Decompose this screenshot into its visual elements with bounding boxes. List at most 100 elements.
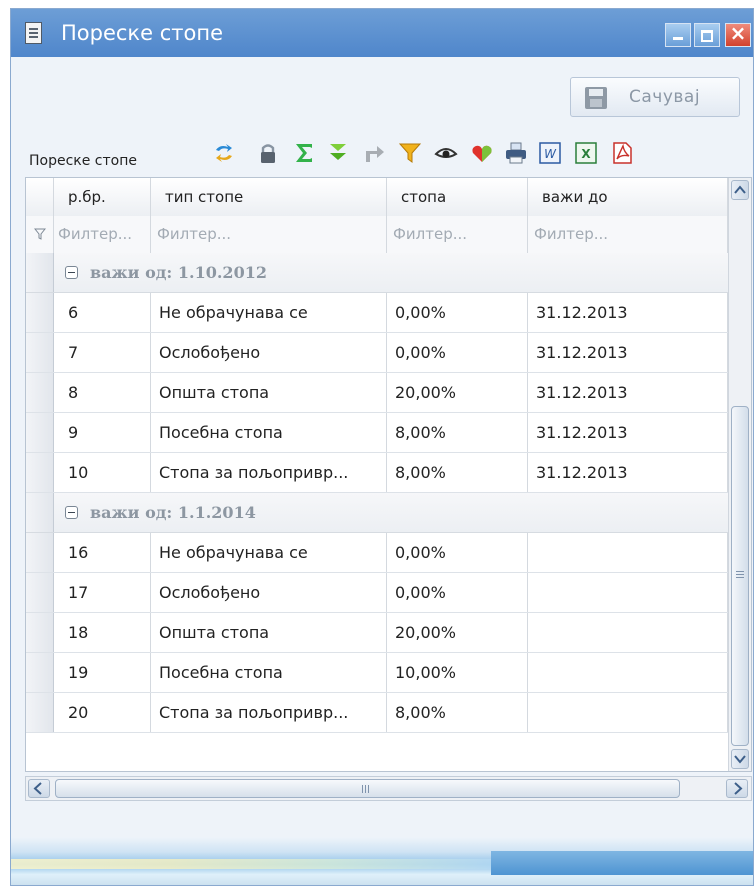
expand-down-icon[interactable] bbox=[325, 140, 351, 166]
minimize-button[interactable] bbox=[665, 23, 691, 47]
group-row[interactable]: важи од: 1.1.2014 bbox=[26, 493, 728, 533]
cell-valid-to bbox=[528, 573, 728, 612]
table-row[interactable]: 19 Посебна стопа 10,00% bbox=[26, 653, 728, 693]
chevron-left-icon bbox=[33, 782, 42, 795]
scroll-up-button[interactable] bbox=[731, 180, 749, 200]
cell-rate: 10,00% bbox=[387, 653, 528, 692]
sum-icon[interactable] bbox=[291, 140, 317, 166]
table-row[interactable]: 20 Стопа за пољопривр... 8,00% bbox=[26, 693, 728, 733]
filter-input-no[interactable]: Филтер... bbox=[54, 216, 151, 253]
cell-rate: 0,00% bbox=[387, 573, 528, 612]
table-row[interactable]: 10 Стопа за пољопривр... 8,00% 31.12.201… bbox=[26, 453, 728, 493]
column-header-valid-to[interactable]: важи до bbox=[528, 178, 728, 216]
collapse-group-icon[interactable] bbox=[65, 266, 78, 279]
table-row[interactable]: 16 Не обрачунава се 0,00% bbox=[26, 533, 728, 573]
title-bar[interactable]: Пореске стопе × bbox=[11, 9, 753, 57]
row-selector[interactable] bbox=[26, 253, 54, 292]
cell-type: Посебна стопа bbox=[151, 413, 387, 452]
cell-no: 20 bbox=[54, 693, 151, 732]
row-selector[interactable] bbox=[26, 373, 54, 412]
row-selector[interactable] bbox=[26, 613, 54, 652]
cell-valid-to bbox=[528, 693, 728, 732]
column-header-type[interactable]: тип стопе bbox=[151, 178, 387, 216]
forward-arrow-icon[interactable] bbox=[361, 140, 387, 166]
row-selector[interactable] bbox=[26, 693, 54, 732]
pdf-export-icon[interactable] bbox=[609, 140, 635, 166]
table-row[interactable]: 18 Општа стопа 20,00% bbox=[26, 613, 728, 653]
cell-valid-to bbox=[528, 653, 728, 692]
column-header-no[interactable]: р.бр. bbox=[54, 178, 151, 216]
filter-input-type[interactable]: Филтер... bbox=[151, 216, 387, 253]
row-selector[interactable] bbox=[26, 493, 54, 532]
vertical-scroll-thumb[interactable] bbox=[731, 406, 749, 746]
table-row[interactable]: 8 Општа стопа 20,00% 31.12.2013 bbox=[26, 373, 728, 413]
table-row[interactable]: 7 Ослобођено 0,00% 31.12.2013 bbox=[26, 333, 728, 373]
cell-valid-to: 31.12.2013 bbox=[528, 333, 728, 372]
save-button[interactable]: Сачувај bbox=[570, 77, 740, 117]
view-eye-icon[interactable] bbox=[433, 140, 459, 166]
maximize-button[interactable] bbox=[694, 23, 720, 47]
cell-type: Не обрачунава се bbox=[151, 533, 387, 572]
cell-valid-to: 31.12.2013 bbox=[528, 453, 728, 492]
scroll-down-button[interactable] bbox=[731, 749, 749, 769]
row-selector[interactable] bbox=[26, 533, 54, 572]
collapse-group-icon[interactable] bbox=[65, 506, 78, 519]
table-row[interactable]: 6 Не обрачунава се 0,00% 31.12.2013 bbox=[26, 293, 728, 333]
cell-rate: 20,00% bbox=[387, 613, 528, 652]
column-header-rate[interactable]: стопа bbox=[387, 178, 528, 216]
group-title: важи од: 1.1.2014 bbox=[90, 503, 256, 522]
cell-no: 8 bbox=[54, 373, 151, 412]
row-selector[interactable] bbox=[26, 413, 54, 452]
cell-no: 16 bbox=[54, 533, 151, 572]
scroll-left-button[interactable] bbox=[28, 779, 50, 798]
filter-input-rate[interactable]: Филтер... bbox=[387, 216, 528, 253]
row-selector[interactable] bbox=[26, 653, 54, 692]
header-select-cell bbox=[26, 178, 54, 216]
cell-type: Ослобођено bbox=[151, 573, 387, 612]
cell-no: 18 bbox=[54, 613, 151, 652]
tax-rates-grid: р.бр. тип стопе стопа важи до Филтер... … bbox=[25, 177, 752, 772]
group-title: важи од: 1.10.2012 bbox=[90, 263, 267, 282]
table-row[interactable]: 17 Ослобођено 0,00% bbox=[26, 573, 728, 613]
save-button-label: Сачувај bbox=[629, 87, 701, 107]
close-icon: × bbox=[729, 21, 747, 45]
cell-no: 10 bbox=[54, 453, 151, 492]
cell-type: Не обрачунава се bbox=[151, 293, 387, 332]
cell-no: 17 bbox=[54, 573, 151, 612]
cell-type: Ослобођено bbox=[151, 333, 387, 372]
cell-valid-to: 31.12.2013 bbox=[528, 413, 728, 452]
row-selector[interactable] bbox=[26, 333, 54, 372]
print-icon[interactable] bbox=[503, 140, 529, 166]
favorite-heart-icon[interactable] bbox=[469, 140, 495, 166]
table-row[interactable]: 9 Посебна стопа 8,00% 31.12.2013 bbox=[26, 413, 728, 453]
chevron-down-icon bbox=[734, 755, 746, 764]
excel-export-icon[interactable]: X bbox=[573, 140, 599, 166]
row-selector[interactable] bbox=[26, 573, 54, 612]
window-title: Пореске стопе bbox=[61, 21, 223, 45]
filter-icon[interactable] bbox=[397, 140, 423, 166]
word-export-icon[interactable]: W bbox=[537, 140, 563, 166]
cell-type: Стопа за пољопривр... bbox=[151, 693, 387, 732]
lock-icon[interactable] bbox=[255, 140, 281, 166]
filter-input-valid-to[interactable]: Филтер... bbox=[528, 216, 728, 253]
close-button[interactable]: × bbox=[725, 21, 751, 47]
cell-type: Посебна стопа bbox=[151, 653, 387, 692]
scroll-right-button[interactable] bbox=[726, 779, 748, 798]
horizontal-scrollbar[interactable] bbox=[25, 776, 752, 801]
cell-valid-to bbox=[528, 613, 728, 652]
cell-rate: 8,00% bbox=[387, 693, 528, 732]
chevron-up-icon bbox=[734, 185, 746, 194]
refresh-icon[interactable] bbox=[211, 140, 237, 166]
svg-text:W: W bbox=[544, 147, 557, 161]
group-row[interactable]: важи од: 1.10.2012 bbox=[26, 253, 728, 293]
vertical-scrollbar[interactable] bbox=[728, 178, 751, 771]
cell-rate: 0,00% bbox=[387, 333, 528, 372]
cell-no: 9 bbox=[54, 413, 151, 452]
horizontal-scroll-thumb[interactable] bbox=[55, 779, 680, 798]
row-selector[interactable] bbox=[26, 293, 54, 332]
cell-no: 19 bbox=[54, 653, 151, 692]
row-selector[interactable] bbox=[26, 453, 54, 492]
grid-toolbar: W X bbox=[211, 135, 751, 175]
cell-rate: 0,00% bbox=[387, 293, 528, 332]
tax-rates-window: Пореске стопе × Сачувај Пореске стопе W … bbox=[10, 8, 754, 886]
